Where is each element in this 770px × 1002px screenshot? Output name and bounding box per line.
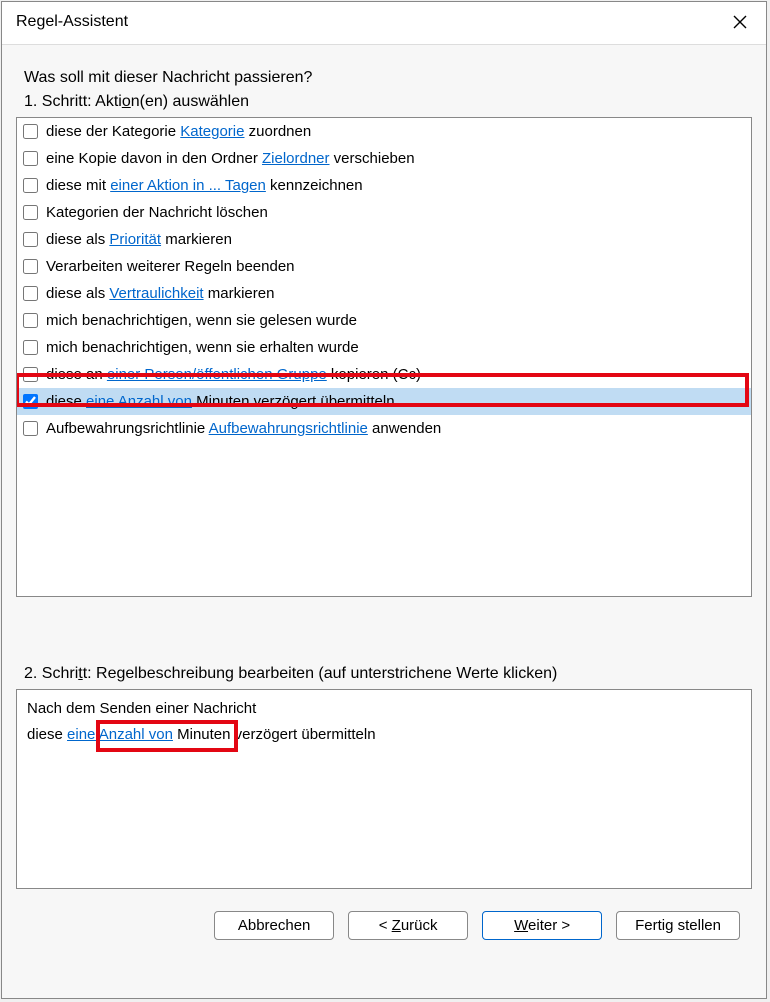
action-label: Kategorien der Nachricht löschen <box>46 200 268 225</box>
desc-line-2: diese eine Anzahl von Minuten verzögert … <box>27 722 741 748</box>
close-button[interactable] <box>728 10 752 34</box>
action-label: diese als Priorität markieren <box>46 227 232 252</box>
rule-description-box[interactable]: Nach dem Senden einer Nachricht diese ei… <box>16 689 752 889</box>
action-checkbox[interactable] <box>23 178 38 193</box>
action-item[interactable]: eine Kopie davon in den Ordner Zielordne… <box>17 145 751 172</box>
action-checkbox[interactable] <box>23 232 38 247</box>
action-label: diese an einer Person/öffentlichen Grupp… <box>46 362 421 387</box>
action-link[interactable]: eine Anzahl von <box>86 393 192 410</box>
action-item[interactable]: diese der Kategorie Kategorie zuordnen <box>17 118 751 145</box>
action-label: Verarbeiten weiterer Regeln beenden <box>46 254 295 279</box>
action-link[interactable]: Kategorie <box>180 123 244 140</box>
action-checkbox[interactable] <box>23 205 38 220</box>
step1-label: 1. Schritt: Aktion(en) auswählen <box>14 93 754 117</box>
step2-label: 2. Schritt: Regelbeschreibung bearbeiten… <box>14 637 754 689</box>
action-link[interactable]: Aufbewahrungsrichtlinie <box>209 420 368 437</box>
action-checkbox[interactable] <box>23 313 38 328</box>
action-label: mich benachrichtigen, wenn sie gelesen w… <box>46 308 357 333</box>
action-label: diese als Vertraulichkeit markieren <box>46 281 274 306</box>
action-item[interactable]: Kategorien der Nachricht löschen <box>17 199 751 226</box>
question-label: Was soll mit dieser Nachricht passieren? <box>14 53 754 93</box>
action-item[interactable]: diese mit einer Aktion in ... Tagen kenn… <box>17 172 751 199</box>
action-item[interactable]: mich benachrichtigen, wenn sie gelesen w… <box>17 307 751 334</box>
action-item[interactable]: Aufbewahrungsrichtlinie Aufbewahrungsric… <box>17 415 751 442</box>
action-item[interactable]: mich benachrichtigen, wenn sie erhalten … <box>17 334 751 361</box>
rules-wizard-dialog: Regel-Assistent Was soll mit dieser Nach… <box>1 1 767 999</box>
actions-listbox[interactable]: diese der Kategorie Kategorie zuordnenei… <box>16 117 752 597</box>
action-label: diese mit einer Aktion in ... Tagen kenn… <box>46 173 363 198</box>
action-label: diese der Kategorie Kategorie zuordnen <box>46 119 311 144</box>
action-link[interactable]: Priorität <box>109 231 161 248</box>
action-checkbox[interactable] <box>23 340 38 355</box>
action-link[interactable]: Vertraulichkeit <box>109 285 203 302</box>
action-link[interactable]: einer Aktion in ... Tagen <box>110 177 266 194</box>
action-item[interactable]: diese als Vertraulichkeit markieren <box>17 280 751 307</box>
action-checkbox[interactable] <box>23 151 38 166</box>
cancel-button[interactable]: Abbrechen <box>214 911 334 940</box>
action-checkbox[interactable] <box>23 124 38 139</box>
action-checkbox[interactable] <box>23 286 38 301</box>
finish-button[interactable]: Fertig stellen <box>616 911 740 940</box>
button-bar: Abbrechen < Zurück Weiter > Fertig stell… <box>14 889 754 956</box>
dialog-title: Regel-Assistent <box>16 13 128 31</box>
action-link[interactable]: einer Person/öffentlichen Gruppe <box>107 366 327 383</box>
action-label: mich benachrichtigen, wenn sie erhalten … <box>46 335 359 360</box>
action-label: eine Kopie davon in den Ordner Zielordne… <box>46 146 415 171</box>
desc-link-count[interactable]: eine Anzahl von <box>67 726 173 743</box>
action-checkbox[interactable] <box>23 367 38 382</box>
action-label: diese eine Anzahl von Minuten verzögert … <box>46 389 395 414</box>
action-checkbox[interactable] <box>23 394 38 409</box>
action-checkbox[interactable] <box>23 259 38 274</box>
action-item[interactable]: diese an einer Person/öffentlichen Grupp… <box>17 361 751 388</box>
next-button[interactable]: Weiter > <box>482 911 602 940</box>
action-item[interactable]: diese eine Anzahl von Minuten verzögert … <box>17 388 751 415</box>
action-link[interactable]: Zielordner <box>262 150 330 167</box>
action-item[interactable]: diese als Priorität markieren <box>17 226 751 253</box>
action-checkbox[interactable] <box>23 421 38 436</box>
action-item[interactable]: Verarbeiten weiterer Regeln beenden <box>17 253 751 280</box>
action-label: Aufbewahrungsrichtlinie Aufbewahrungsric… <box>46 416 441 441</box>
close-icon <box>733 15 747 29</box>
dialog-content: Was soll mit dieser Nachricht passieren?… <box>2 44 766 998</box>
back-button[interactable]: < Zurück <box>348 911 468 940</box>
titlebar: Regel-Assistent <box>2 2 766 44</box>
desc-line-1: Nach dem Senden einer Nachricht <box>27 696 741 722</box>
